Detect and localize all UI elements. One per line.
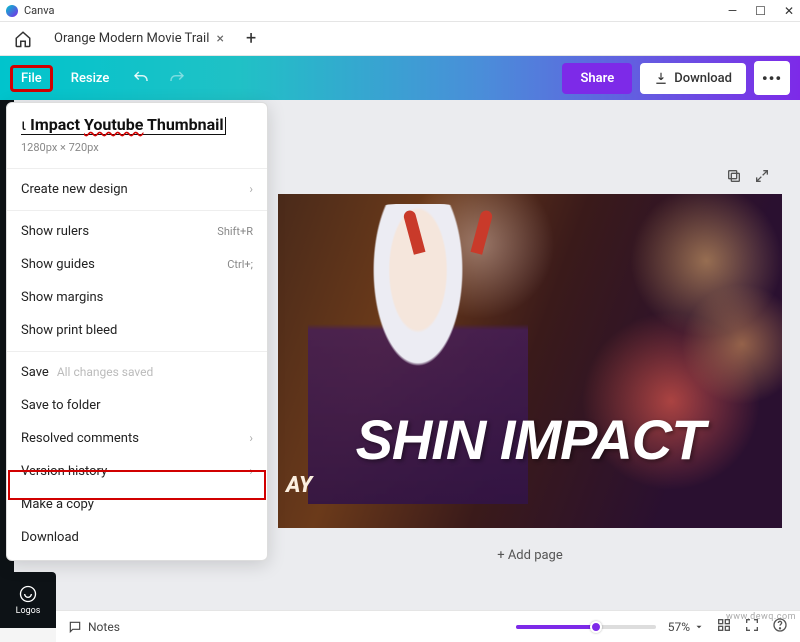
file-menu-button[interactable]: File bbox=[10, 65, 53, 92]
menu-create-new-design[interactable]: Create new design› bbox=[7, 173, 267, 206]
menu-make-a-copy[interactable]: Make a copy bbox=[7, 488, 267, 521]
bottom-bar: Notes 57% bbox=[56, 610, 800, 642]
add-page-button[interactable]: + Add page bbox=[278, 548, 782, 563]
canvas-area: SHIN IMPACT AY + Add page bbox=[278, 112, 782, 560]
design-canvas[interactable]: SHIN IMPACT AY bbox=[278, 194, 782, 528]
notes-icon bbox=[68, 620, 82, 634]
window-maximize-button[interactable]: ☐ bbox=[755, 4, 766, 18]
workspace: ι Impact Youtube Thumbnail 1280px × 720p… bbox=[0, 100, 800, 610]
tab-label: Orange Modern Movie Traile bbox=[54, 31, 209, 46]
menu-show-rulers[interactable]: Show rulersShift+R bbox=[7, 215, 267, 248]
window-close-button[interactable]: ✕ bbox=[784, 4, 794, 18]
app-name: Canva bbox=[24, 4, 54, 17]
undo-button[interactable] bbox=[127, 64, 155, 92]
menu-show-guides[interactable]: Show guidesCtrl+; bbox=[7, 248, 267, 281]
menu-save-to-folder[interactable]: Save to folder bbox=[7, 389, 267, 422]
zoom-percent[interactable]: 57% bbox=[668, 620, 704, 634]
home-button[interactable] bbox=[10, 26, 36, 52]
canvas-sub-text: AY bbox=[286, 473, 312, 498]
logos-icon bbox=[18, 584, 38, 604]
chevron-down-icon bbox=[694, 622, 704, 632]
tab-close-icon[interactable]: × bbox=[217, 31, 224, 47]
canva-logo-icon bbox=[6, 5, 18, 17]
redo-button[interactable] bbox=[163, 64, 191, 92]
share-button[interactable]: Share bbox=[562, 63, 632, 94]
more-menu-button[interactable]: ••• bbox=[754, 61, 790, 95]
design-title-input[interactable]: ι Impact Youtube Thumbnail bbox=[21, 115, 226, 135]
window-minimize-button[interactable]: — bbox=[728, 4, 737, 18]
chevron-right-icon: › bbox=[249, 431, 253, 445]
watermark: www.dewq.com bbox=[726, 612, 796, 622]
file-dropdown-menu: ι Impact Youtube Thumbnail 1280px × 720p… bbox=[6, 102, 268, 561]
design-dimensions: 1280px × 720px bbox=[7, 137, 267, 164]
menu-save[interactable]: SaveAll changes saved bbox=[7, 356, 267, 389]
download-label: Download bbox=[674, 71, 732, 86]
tab-design[interactable]: Orange Modern Movie Traile × bbox=[44, 24, 234, 54]
chevron-right-icon: › bbox=[249, 464, 253, 478]
tab-add-button[interactable]: + bbox=[246, 28, 256, 49]
menu-download[interactable]: Download bbox=[7, 521, 267, 554]
resize-button[interactable]: Resize bbox=[61, 65, 120, 92]
duplicate-page-button[interactable] bbox=[726, 168, 742, 188]
main-toolbar: File Resize Share Download ••• bbox=[0, 56, 800, 100]
menu-version-history[interactable]: Version history› bbox=[7, 455, 267, 488]
expand-page-button[interactable] bbox=[754, 168, 770, 188]
notes-button[interactable]: Notes bbox=[68, 620, 120, 634]
window-titlebar: Canva — ☐ ✕ bbox=[0, 0, 800, 22]
menu-resolved-comments[interactable]: Resolved comments› bbox=[7, 422, 267, 455]
sidebar-item-logos[interactable]: Logos bbox=[0, 572, 56, 628]
chevron-right-icon: › bbox=[249, 182, 253, 196]
menu-show-margins[interactable]: Show margins bbox=[7, 281, 267, 314]
download-button[interactable]: Download bbox=[640, 63, 746, 94]
canvas-headline-text: SHIN IMPACT bbox=[278, 407, 782, 472]
zoom-slider[interactable] bbox=[516, 625, 656, 629]
download-icon bbox=[654, 71, 668, 85]
menu-show-print-bleed[interactable]: Show print bleed bbox=[7, 314, 267, 347]
tab-bar: Orange Modern Movie Traile × + bbox=[0, 22, 800, 56]
